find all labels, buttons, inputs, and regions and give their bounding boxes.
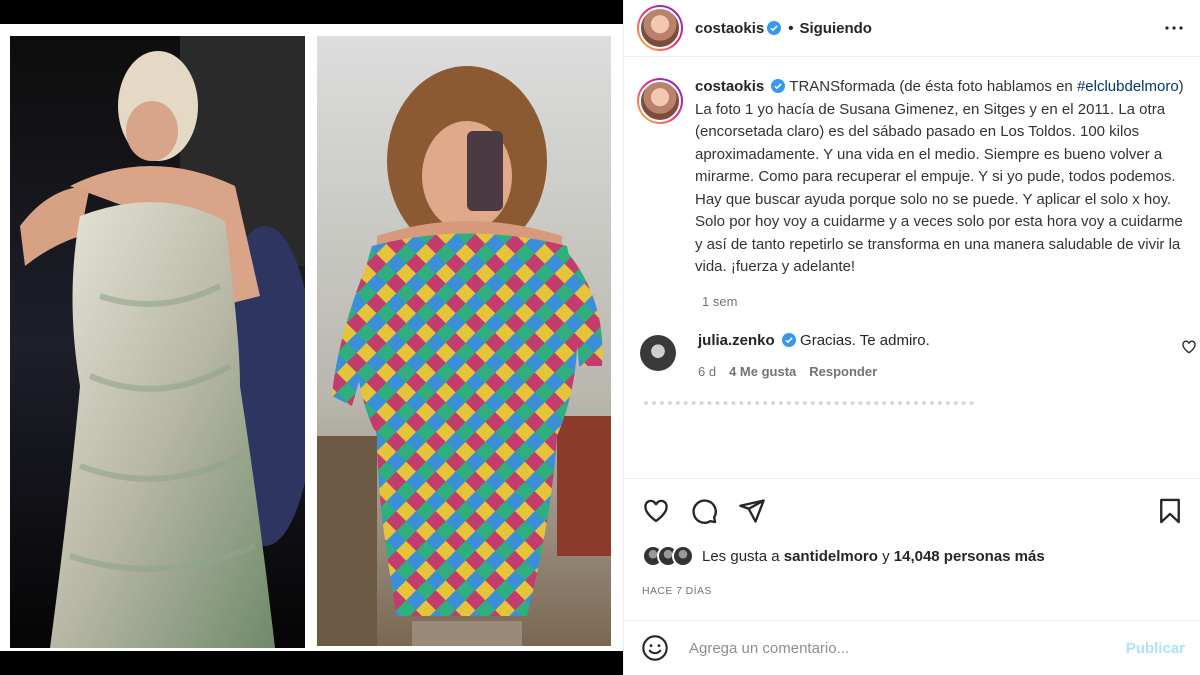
bookmark-icon[interactable] [1156,497,1184,525]
comment-bubble-icon[interactable] [690,497,718,525]
verified-badge-icon [781,332,796,347]
author-username[interactable]: costaokis [695,20,764,37]
photo-before [10,36,305,648]
author-info: costaokis • Siguiendo [695,20,872,37]
likes-and: y [882,547,890,565]
comment-like-heart-icon[interactable] [1181,339,1197,355]
photo-after [317,36,611,646]
following-button[interactable]: Siguiendo [799,20,872,37]
post-side-panel: costaokis • Siguiendo costaokis TRANSfor… [623,0,1200,675]
verified-badge-icon [767,21,782,35]
reply-button[interactable]: Responder [809,364,877,379]
caption-body-end: ) La foto 1 yo hacía de Susana Gimenez, … [695,78,1184,275]
header-separator: • [788,19,794,37]
comment-text: julia.zenko Gracias. Te admiro. [698,330,930,352]
emoji-smiley-icon[interactable] [641,634,669,662]
comment-meta: 6 d 4 Me gusta Responder [698,364,930,379]
caption-author-avatar[interactable] [637,78,683,124]
partially-hidden-comment [644,400,974,415]
likes-prefix: Les gusta a [702,547,780,565]
action-bar [624,478,1200,530]
caption-username[interactable]: costaokis [695,78,764,95]
add-comment-bar: Publicar [624,620,1200,675]
post-caption: costaokis TRANSformada (de ésta foto hab… [624,58,1200,279]
post-media[interactable] [0,0,623,675]
likes-summary: Les gusta a santidelmoro y 14,048 person… [642,545,1045,567]
liker-avatars [642,545,694,567]
paper-plane-icon[interactable] [738,497,766,525]
comment-input[interactable] [689,639,1109,657]
caption-body-start: TRANSformada (de ésta foto hablamos en [789,78,1073,95]
comment-body: julia.zenko Gracias. Te admiro. 6 d 4 Me… [698,330,930,379]
likes-user-link[interactable]: santidelmoro [784,548,878,565]
post-date[interactable]: HACE 7 DÍAS [642,585,712,597]
commenter-username[interactable]: julia.zenko [698,332,775,349]
comment-likes[interactable]: 4 Me gusta [729,364,796,379]
post-header: costaokis • Siguiendo [624,0,1200,57]
comments-section[interactable]: costaokis TRANSformada (de ésta foto hab… [624,58,1200,478]
more-options-icon[interactable] [1162,16,1186,40]
comment-content: Gracias. Te admiro. [800,331,930,349]
publish-button[interactable]: Publicar [1126,640,1185,657]
hashtag-link[interactable]: #elclubdelmoro [1077,78,1179,95]
heart-icon[interactable] [642,497,670,525]
author-avatar[interactable] [637,5,683,51]
caption-text: costaokis TRANSformada (de ésta foto hab… [695,76,1187,279]
liker-avatar [672,545,694,567]
photo-collage [0,24,623,651]
comment-item: julia.zenko Gracias. Te admiro. 6 d 4 Me… [624,309,1200,379]
commenter-avatar[interactable] [640,334,676,371]
verified-badge-icon [771,79,786,93]
likes-others-link[interactable]: 14,048 personas más [894,548,1045,565]
comment-time[interactable]: 6 d [698,364,716,379]
caption-time[interactable]: 1 sem [702,294,1200,309]
